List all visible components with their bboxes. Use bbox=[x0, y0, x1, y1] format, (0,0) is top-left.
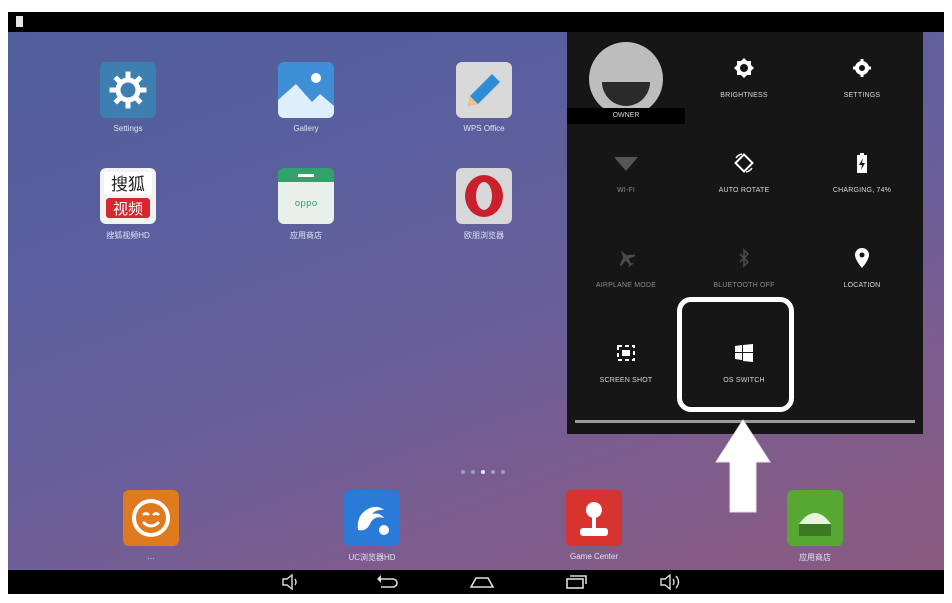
settings-gear-icon bbox=[803, 56, 921, 80]
qs-brightness[interactable]: BRIGHTNESS bbox=[685, 32, 803, 127]
qs-airplane-label: AIRPLANE MODE bbox=[595, 282, 657, 289]
dock-app-1[interactable]: … bbox=[96, 490, 206, 561]
qs-screenshot-label: SCREEN SHOT bbox=[599, 377, 653, 384]
home-icon[interactable] bbox=[468, 574, 495, 590]
app-label: 搜狐视频HD bbox=[106, 231, 150, 240]
svg-text:视频: 视频 bbox=[113, 200, 143, 218]
app-label: Gallery bbox=[293, 124, 319, 133]
screenshot-icon bbox=[567, 341, 685, 365]
qs-owner[interactable]: OWNER bbox=[567, 32, 685, 127]
sohu-video-icon: 搜狐 视频 bbox=[100, 168, 156, 224]
brightness-icon bbox=[685, 56, 803, 80]
app-label: 应用商店 bbox=[799, 553, 831, 562]
app-label: … bbox=[147, 552, 155, 561]
app-label: 欧朋浏览器 bbox=[464, 231, 504, 240]
qs-settings[interactable]: SETTINGS bbox=[803, 32, 921, 127]
app-label: UC浏览器HD bbox=[348, 553, 396, 562]
joystick-icon bbox=[566, 490, 622, 546]
qs-auto-rotate-label: AUTO ROTATE bbox=[718, 187, 770, 194]
qs-charging[interactable]: CHARGING, 74% bbox=[803, 127, 921, 222]
dock-app-uc-browser[interactable]: UC浏览器HD bbox=[317, 490, 427, 563]
location-pin-icon bbox=[803, 246, 921, 270]
qs-settings-label: SETTINGS bbox=[843, 92, 881, 99]
pencil-icon bbox=[456, 62, 512, 118]
gallery-icon bbox=[278, 62, 334, 118]
qs-location[interactable]: LOCATION bbox=[803, 222, 921, 317]
notification-icon bbox=[16, 16, 23, 27]
svg-text:搜狐: 搜狐 bbox=[111, 175, 145, 195]
qs-screenshot[interactable]: SCREEN SHOT bbox=[567, 317, 685, 412]
owner-avatar-icon bbox=[589, 42, 663, 116]
auto-rotate-icon bbox=[685, 151, 803, 175]
smiley-icon bbox=[123, 490, 179, 546]
qs-wifi-label: WI-FI bbox=[616, 187, 636, 194]
qs-location-label: LOCATION bbox=[843, 282, 881, 289]
status-bar[interactable] bbox=[8, 12, 944, 32]
android-market-icon bbox=[787, 490, 843, 546]
dock-app-market[interactable]: 应用商店 bbox=[760, 490, 870, 563]
battery-charging-icon bbox=[803, 151, 921, 175]
app-wps-office[interactable]: WPS Office bbox=[429, 62, 539, 133]
svg-text:oppo: oppo bbox=[295, 199, 318, 209]
app-sohu-video[interactable]: 搜狐 视频 搜狐视频HD bbox=[73, 168, 183, 241]
app-label: Game Center bbox=[569, 552, 619, 561]
qs-auto-rotate[interactable]: AUTO ROTATE bbox=[685, 127, 803, 222]
app-label: Settings bbox=[113, 124, 143, 133]
pointer-arrow bbox=[714, 418, 772, 514]
gear-icon bbox=[100, 62, 156, 118]
qs-bluetooth-label: BLUETOOTH OFF bbox=[713, 282, 775, 289]
page-indicator bbox=[461, 470, 521, 476]
app-gallery[interactable]: Gallery bbox=[251, 62, 361, 133]
back-icon[interactable] bbox=[376, 574, 400, 590]
uc-browser-icon bbox=[344, 490, 400, 546]
volume-down-icon[interactable] bbox=[280, 573, 304, 591]
app-oppo-store[interactable]: oppo 应用商店 bbox=[251, 168, 361, 241]
qs-charging-label: CHARGING, 74% bbox=[832, 187, 892, 194]
app-opera[interactable]: 欧朋浏览器 bbox=[429, 168, 539, 241]
app-settings[interactable]: Settings bbox=[73, 62, 183, 133]
android-screen: Settings Gallery WPS Office 搜狐 视频 搜狐视频HD… bbox=[8, 12, 944, 594]
oppo-store-icon: oppo bbox=[278, 168, 334, 224]
app-label: 应用商店 bbox=[290, 231, 322, 240]
opera-icon bbox=[456, 168, 512, 224]
wifi-icon bbox=[567, 151, 685, 175]
app-label: WPS Office bbox=[463, 124, 505, 133]
bluetooth-icon bbox=[685, 246, 803, 270]
qs-owner-label: OWNER bbox=[612, 112, 640, 119]
recent-apps-icon[interactable] bbox=[564, 574, 588, 590]
dock-app-game-center[interactable]: Game Center bbox=[539, 490, 649, 561]
qs-wifi[interactable]: WI-FI bbox=[567, 127, 685, 222]
airplane-icon bbox=[567, 246, 685, 270]
navigation-bar bbox=[8, 570, 944, 594]
os-switch-highlight-frame bbox=[677, 297, 794, 412]
qs-brightness-label: BRIGHTNESS bbox=[720, 92, 768, 99]
volume-up-icon[interactable] bbox=[658, 573, 682, 591]
qs-airplane[interactable]: AIRPLANE MODE bbox=[567, 222, 685, 317]
